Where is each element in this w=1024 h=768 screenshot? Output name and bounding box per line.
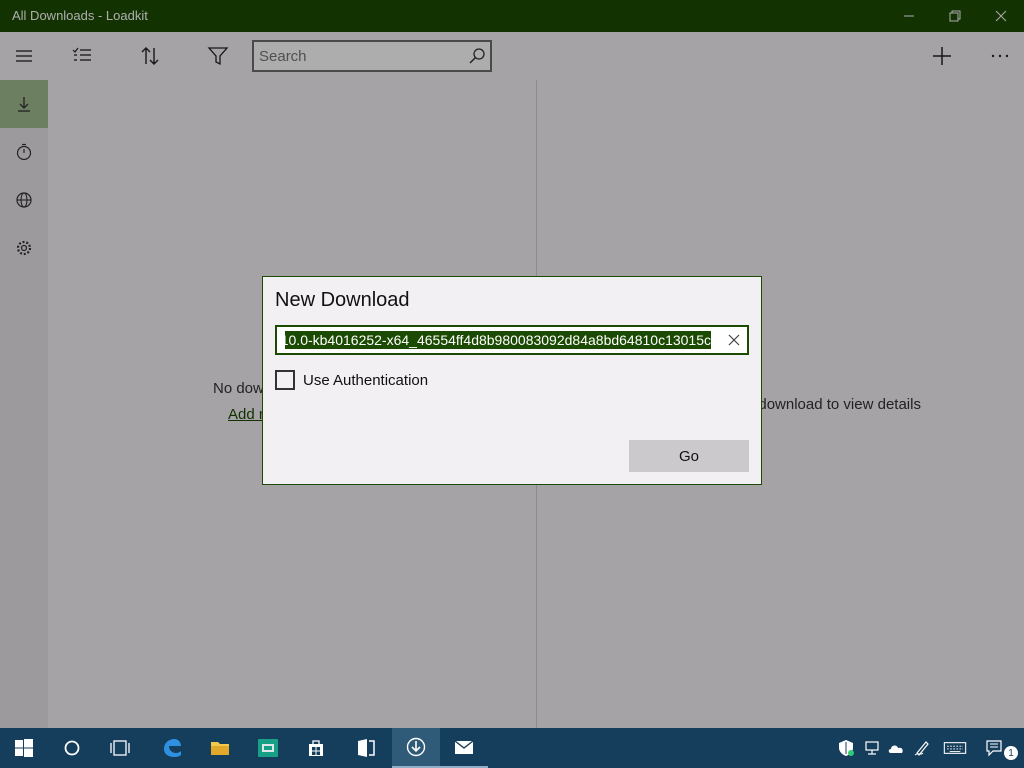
taskbar-app[interactable] <box>244 728 292 768</box>
use-authentication-checkbox[interactable] <box>275 370 295 390</box>
use-authentication-label[interactable]: Use Authentication <box>303 372 428 389</box>
cortana-button[interactable] <box>48 728 96 768</box>
document-app-icon <box>358 739 375 757</box>
tray-keyboard[interactable] <box>942 738 968 758</box>
tray-network[interactable] <box>862 738 882 758</box>
network-icon <box>865 741 879 755</box>
taskbar-mail[interactable] <box>440 728 488 768</box>
store-bag-icon <box>309 740 323 756</box>
action-center-button[interactable] <box>984 738 1004 758</box>
loadkit-icon <box>406 737 426 757</box>
taskbar-loadkit[interactable] <box>392 728 440 768</box>
taskbar-file-explorer[interactable] <box>196 728 244 768</box>
clear-icon[interactable] <box>727 333 741 347</box>
shield-icon <box>839 740 854 756</box>
go-button[interactable]: Go <box>629 440 749 472</box>
task-view-button[interactable] <box>96 728 144 768</box>
cloud-icon <box>888 745 903 753</box>
windows-logo-icon <box>15 739 33 757</box>
taskbar-document-app[interactable] <box>342 728 390 768</box>
new-download-dialog: New Download windows10.0-kb4016252-x64_4… <box>262 276 762 485</box>
taskbar-store[interactable] <box>292 728 340 768</box>
notification-count-badge: 1 <box>1004 746 1018 760</box>
go-button-label: Go <box>678 447 699 465</box>
app-icon <box>258 739 278 757</box>
pen-icon <box>914 741 929 756</box>
dialog-title: New Download <box>275 289 410 311</box>
taskbar: 1 <box>0 728 1024 768</box>
url-input-text[interactable]: windows10.0-kb4016252-x64_46554ff4d8b980… <box>285 331 711 349</box>
url-input[interactable]: windows10.0-kb4016252-x64_46554ff4d8b980… <box>275 325 749 355</box>
mail-icon <box>454 740 474 754</box>
url-selected-text: windows10.0-kb4016252-x64_46554ff4d8b980… <box>285 331 711 349</box>
folder-icon <box>211 742 229 755</box>
keyboard-icon <box>943 742 967 754</box>
tray-onedrive[interactable] <box>886 738 906 758</box>
task-view-icon <box>110 740 130 756</box>
taskbar-edge[interactable] <box>148 728 196 768</box>
tray-defender[interactable] <box>836 738 856 758</box>
cortana-circle-icon <box>64 740 80 756</box>
tray-pen[interactable] <box>912 738 932 758</box>
notification-icon <box>986 740 1002 757</box>
edge-browser-icon <box>164 739 181 757</box>
start-button[interactable] <box>0 728 48 768</box>
